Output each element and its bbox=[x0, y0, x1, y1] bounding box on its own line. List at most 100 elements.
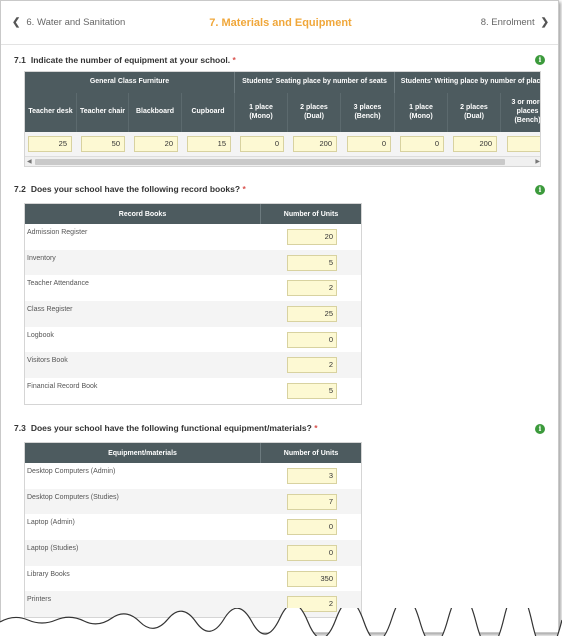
blackboard-input[interactable]: 20 bbox=[134, 136, 178, 152]
row-label: Inventory bbox=[27, 254, 56, 262]
writing-mono-input[interactable]: 0 bbox=[400, 136, 444, 152]
col-teacher-desk: Teacher desk bbox=[25, 93, 77, 132]
torn-edge-decoration bbox=[0, 608, 562, 636]
row-label: Desktop Computers (Studies) bbox=[27, 493, 119, 501]
units-input[interactable]: 3 bbox=[287, 468, 337, 484]
equipment-table-group-header: General Class Furniture Students' Seatin… bbox=[25, 72, 540, 93]
question-text: Does your school have the following reco… bbox=[30, 184, 241, 194]
equipment-materials-table: Equipment/materials Number of Units Desk… bbox=[24, 442, 362, 619]
table-row: Visitors Book 2 bbox=[25, 352, 361, 379]
equipment-materials-rows: Desktop Computers (Admin) 3 Desktop Compu… bbox=[25, 463, 361, 618]
col-seating-mono: 1 place (Mono) bbox=[235, 93, 288, 132]
required-mark: * bbox=[242, 184, 246, 194]
table-row: Inventory 5 bbox=[25, 249, 361, 276]
col-seating-dual: 2 places (Dual) bbox=[288, 93, 341, 132]
question-number: 7.3 bbox=[14, 423, 26, 433]
col-cupboard: Cupboard bbox=[182, 93, 235, 132]
next-section-link[interactable]: 8. Enrolment ❯ bbox=[481, 17, 549, 28]
question-number: 7.2 bbox=[14, 184, 26, 194]
row-label: Class Register bbox=[27, 306, 73, 314]
record-books-header: Record Books Number of Units bbox=[25, 204, 361, 224]
col-writing-mono: 1 place (Mono) bbox=[395, 93, 448, 132]
question-7-1-title: 7.1 Indicate the number of equipment at y… bbox=[14, 55, 236, 65]
col-blackboard: Blackboard bbox=[129, 93, 182, 132]
cupboard-input[interactable]: 15 bbox=[187, 136, 231, 152]
header-number-of-units: Number of Units bbox=[283, 449, 339, 457]
equipment-table: General Class Furniture Students' Seatin… bbox=[24, 71, 541, 167]
table-row: Class Register 25 bbox=[25, 301, 361, 327]
teacher-chair-input[interactable]: 50 bbox=[81, 136, 125, 152]
section-navigation: ❮ 6. Water and Sanitation 7. Materials a… bbox=[1, 1, 558, 45]
row-label: Teacher Attendance bbox=[27, 280, 89, 288]
header-record-books: Record Books bbox=[25, 204, 261, 224]
units-input[interactable]: 2 bbox=[287, 357, 337, 374]
group-header-writing: Students' Writing place by number of pla… bbox=[395, 72, 540, 93]
row-label: Financial Record Book bbox=[27, 383, 98, 391]
row-label: Printers bbox=[27, 596, 52, 604]
next-section-label: 8. Enrolment bbox=[480, 17, 535, 28]
scroll-right-icon[interactable]: ▶ bbox=[535, 158, 540, 165]
scrollbar-thumb[interactable] bbox=[35, 159, 505, 165]
units-input[interactable]: 20 bbox=[287, 229, 337, 245]
equipment-table-column-header: Teacher desk Teacher chair Blackboard Cu… bbox=[25, 93, 540, 132]
units-input[interactable]: 0 bbox=[287, 545, 337, 562]
seating-bench-input[interactable]: 0 bbox=[347, 136, 391, 152]
equipment-table-row: 25 50 20 15 0 200 0 0 200 bbox=[25, 132, 540, 156]
row-label: Visitors Book bbox=[27, 357, 68, 365]
required-mark: * bbox=[314, 423, 318, 433]
row-label: Desktop Computers (Admin) bbox=[27, 468, 116, 475]
horizontal-scrollbar[interactable]: ◀ ▶ bbox=[25, 156, 540, 166]
question-text: Indicate the number of equipment at your… bbox=[30, 55, 231, 65]
writing-dual-input[interactable]: 200 bbox=[453, 136, 497, 152]
table-row: Laptop (Studies) 0 bbox=[25, 540, 361, 566]
table-row: Laptop (Admin) 0 bbox=[25, 514, 361, 541]
units-input[interactable]: 5 bbox=[287, 254, 337, 271]
question-text: Does your school have the following func… bbox=[30, 423, 312, 433]
chevron-right-icon: ❯ bbox=[540, 17, 549, 28]
record-books-rows: Admission Register 20 Inventory 5 Teacher … bbox=[25, 224, 361, 404]
header-equipment-materials: Equipment/materials bbox=[25, 443, 261, 463]
row-label: Laptop (Studies) bbox=[27, 545, 79, 553]
row-label: Logbook bbox=[27, 331, 54, 339]
seating-mono-input[interactable]: 0 bbox=[240, 136, 284, 152]
question-number: 7.1 bbox=[14, 55, 26, 65]
col-writing-dual: 2 places (Dual) bbox=[448, 93, 501, 132]
table-row: Admission Register 20 bbox=[25, 224, 361, 250]
table-row: Teacher Attendance 2 bbox=[25, 275, 361, 302]
writing-bench-input[interactable] bbox=[507, 136, 540, 152]
units-input[interactable]: 7 bbox=[287, 493, 337, 510]
group-header-general-furniture: General Class Furniture bbox=[25, 72, 235, 93]
row-label: Admission Register bbox=[27, 229, 88, 236]
units-input[interactable]: 0 bbox=[287, 331, 337, 348]
question-7-3-title: 7.3 Does your school have the following f… bbox=[14, 423, 318, 433]
table-row: Financial Record Book 5 bbox=[25, 378, 361, 404]
record-books-table: Record Books Number of Units Admission R… bbox=[24, 203, 362, 405]
table-row: Library Books 350 bbox=[25, 565, 361, 592]
header-number-of-units: Number of Units bbox=[283, 210, 339, 218]
scroll-left-icon[interactable]: ◀ bbox=[27, 158, 32, 165]
info-icon[interactable]: i bbox=[535, 424, 545, 434]
row-label: Library Books bbox=[27, 570, 70, 578]
units-input[interactable]: 25 bbox=[287, 306, 337, 323]
units-input[interactable]: 350 bbox=[287, 570, 337, 587]
page-frame: ❮ 6. Water and Sanitation 7. Materials a… bbox=[0, 0, 559, 633]
question-7-2-title: 7.2 Does your school have the following r… bbox=[14, 184, 246, 194]
col-seating-bench: 3 places (Bench) bbox=[341, 93, 395, 132]
col-teacher-chair: Teacher chair bbox=[77, 93, 129, 132]
current-section-title: 7. Materials and Equipment bbox=[209, 17, 352, 29]
teacher-desk-input[interactable]: 25 bbox=[28, 136, 72, 152]
units-input[interactable]: 0 bbox=[287, 519, 337, 536]
col-writing-bench: 3 or more places (Bench) bbox=[501, 93, 540, 132]
row-label: Laptop (Admin) bbox=[27, 519, 75, 527]
table-row: Desktop Computers (Studies) 7 bbox=[25, 488, 361, 515]
units-input[interactable]: 2 bbox=[287, 280, 337, 297]
info-icon[interactable]: i bbox=[535, 55, 545, 65]
table-row: Logbook 0 bbox=[25, 326, 361, 353]
group-header-seating: Students' Seating place by number of sea… bbox=[235, 72, 395, 93]
table-row: Desktop Computers (Admin) 3 bbox=[25, 463, 361, 489]
equipment-materials-header: Equipment/materials Number of Units bbox=[25, 443, 361, 463]
seating-dual-input[interactable]: 200 bbox=[293, 136, 337, 152]
required-mark: * bbox=[232, 55, 236, 65]
units-input[interactable]: 5 bbox=[287, 383, 337, 400]
info-icon[interactable]: i bbox=[535, 185, 545, 195]
